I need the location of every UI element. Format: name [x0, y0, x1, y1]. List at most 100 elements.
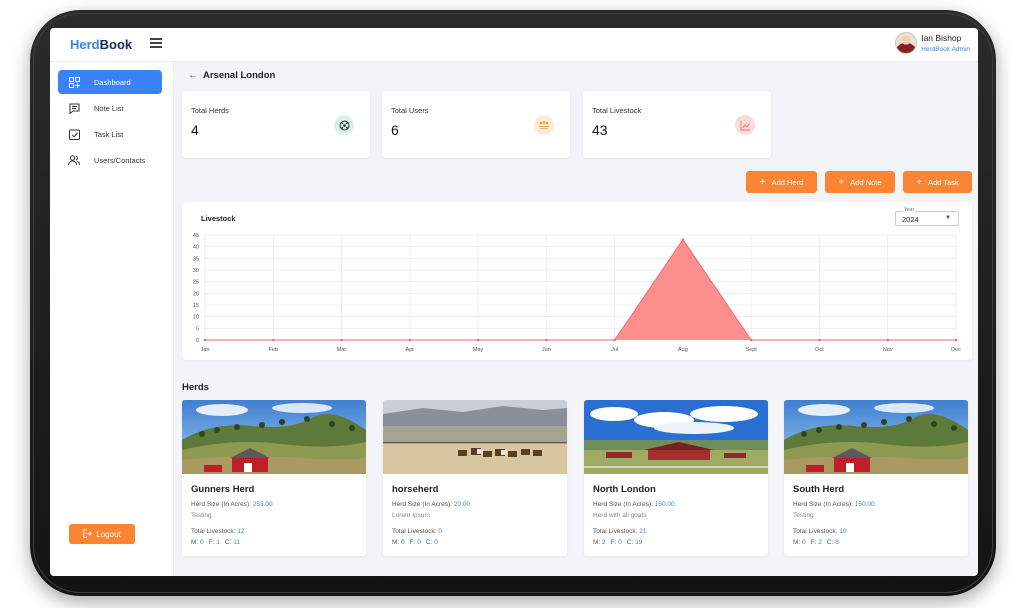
herd-name: North London — [593, 484, 656, 495]
add-task-label: Add Task — [928, 177, 959, 187]
herd-icon — [334, 115, 354, 135]
herd-total-livestock: Total Livestock: 10 — [793, 528, 847, 535]
breadcrumb: ← Arsenal London — [188, 70, 275, 81]
hamburger-menu-icon[interactable] — [150, 38, 162, 50]
herd-description: Testing — [191, 512, 212, 519]
x-tick-label: Jul — [611, 347, 618, 353]
dashboard-icon — [68, 76, 80, 88]
sidebar-item-users-contacts[interactable]: Users/Contacts — [58, 148, 162, 172]
user-role: HerdBook Admin — [921, 46, 970, 53]
sidebar-item-label: Dashboard — [94, 77, 131, 87]
herd-card-horseherd[interactable]: horseherd Herd Size (In Acres): 20.00 Lore… — [383, 400, 567, 556]
livestock-chart: 0 5 10 15 20 25 30 35 40 45 Jan Feb Mar Apr May Jun Jul A… — [193, 233, 961, 353]
herd-photo — [784, 400, 968, 474]
herd-photo — [182, 400, 366, 474]
x-tick-label: Nov — [883, 347, 893, 353]
x-tick-label: Oct — [815, 347, 824, 353]
x-tick-label: Jun — [542, 347, 551, 353]
herd-name: Gunners Herd — [191, 484, 255, 495]
area-series-line — [205, 238, 956, 341]
y-tick-label: 0 — [196, 338, 199, 344]
back-arrow-icon[interactable]: ← — [188, 70, 198, 81]
stat-card-total-users: Total Users 6 — [382, 91, 570, 158]
year-select-label: Year — [903, 207, 916, 213]
year-select[interactable]: Year 2024 ▼ — [895, 207, 959, 226]
add-task-button[interactable]: + Add Task — [903, 171, 972, 193]
logo-text-book: Book — [99, 37, 133, 52]
stat-label: Total Users — [391, 106, 429, 115]
data-point — [203, 338, 207, 342]
herd-card-gunners-herd[interactable]: Gunners Herd Herd Size (In Acres): 253.00… — [182, 400, 366, 556]
logo-text-herd: Herd — [70, 37, 100, 52]
data-point — [886, 338, 890, 342]
herd-card-south-herd[interactable]: South Herd Herd Size (In Acres): 150.00 Te… — [784, 400, 968, 556]
users-icon — [534, 115, 554, 135]
herd-description: Testing — [793, 512, 814, 519]
year-select-value: 2024 — [902, 215, 919, 224]
data-point — [818, 338, 821, 342]
livestock-chart-card: 0 5 10 15 20 25 30 35 40 45 Jan Feb Mar Apr May Jun Jul A… — [182, 202, 972, 360]
app-logo[interactable]: HerdBook — [70, 37, 132, 52]
main-content: ← Arsenal London Total Herds 4 Total Use… — [174, 62, 978, 576]
y-tick-label: 45 — [193, 233, 199, 239]
x-tick-label: Dec — [951, 347, 961, 353]
note-icon — [68, 102, 80, 114]
data-point — [340, 338, 343, 342]
sidebar-item-dashboard[interactable]: Dashboard — [58, 70, 162, 94]
stat-label: Total Herds — [191, 106, 229, 115]
y-tick-label: 15 — [193, 303, 199, 309]
plus-icon: + — [759, 176, 766, 188]
herd-card-north-london[interactable]: North London Herd Size (In Acres): 150.00… — [584, 400, 768, 556]
add-herd-label: Add Herd — [771, 177, 804, 187]
avatar[interactable] — [895, 32, 918, 54]
herds-section-title: Herds — [182, 382, 209, 393]
stat-card-total-livestock: Total Livestock 43 — [583, 91, 771, 158]
stat-value: 4 — [191, 122, 199, 138]
herd-name: South Herd — [793, 484, 845, 495]
users-icon — [68, 154, 80, 166]
herd-size: Herd Size (In Acres): 150.00 — [793, 501, 875, 508]
chart-title: Livestock — [201, 214, 236, 223]
herd-total-livestock: Total Livestock: 12 — [191, 528, 245, 535]
herd-name: horseherd — [392, 484, 439, 495]
area-series-fill — [205, 239, 956, 340]
logout-button[interactable]: Logout — [69, 524, 135, 544]
herd-breakdown: M: 0 F: 1 C: 11 — [191, 539, 240, 546]
y-tick-label: 5 — [196, 326, 199, 332]
sidebar: Dashboard Note List Task List Users/Cont… — [50, 62, 174, 576]
page-title: Arsenal London — [203, 70, 276, 81]
data-point — [954, 338, 958, 342]
add-herd-button[interactable]: + Add Herd — [746, 171, 817, 193]
add-note-button[interactable]: + Add Note — [825, 171, 895, 193]
herd-breakdown: M: 2 F: 0 C: 19 — [593, 539, 643, 546]
sidebar-item-label: Note List — [94, 103, 124, 113]
app-screen: HerdBook Ian Bishop HerdBook Admin Dashb… — [50, 28, 978, 576]
herd-photo — [383, 400, 567, 474]
herd-size: Herd Size (In Acres): 150.00 — [593, 501, 675, 508]
sidebar-item-label: Users/Contacts — [94, 155, 146, 165]
y-tick-label: 40 — [193, 245, 199, 251]
stat-card-total-herds: Total Herds 4 — [182, 91, 370, 158]
herd-photo — [584, 400, 768, 474]
sidebar-item-task-list[interactable]: Task List — [58, 122, 162, 146]
y-tick-label: 10 — [193, 315, 199, 321]
data-point — [476, 338, 480, 342]
task-icon — [68, 128, 80, 140]
plus-icon: + — [838, 176, 845, 188]
herd-description: Herd with all goats — [593, 512, 647, 519]
x-tick-label: Jan — [201, 347, 210, 353]
data-point — [271, 338, 275, 342]
sidebar-item-note-list[interactable]: Note List — [58, 96, 162, 120]
herd-breakdown: M: 0 F: 2 C: 8 — [793, 539, 839, 546]
y-tick-label: 25 — [193, 280, 199, 286]
herd-total-livestock: Total Livestock: 0 — [392, 528, 442, 535]
x-tick-label: Sept — [746, 347, 758, 353]
plus-icon: + — [916, 176, 923, 188]
user-profile[interactable]: Ian Bishop HerdBook Admin — [895, 31, 970, 59]
herd-description: Lorem Ipsum — [392, 512, 430, 519]
x-tick-label: Feb — [269, 347, 278, 353]
herd-size: Herd Size (In Acres): 253.00 — [191, 501, 273, 508]
logout-label: Logout — [96, 529, 121, 539]
herd-size: Herd Size (In Acres): 20.00 — [392, 501, 471, 508]
add-note-label: Add Note — [850, 177, 882, 187]
